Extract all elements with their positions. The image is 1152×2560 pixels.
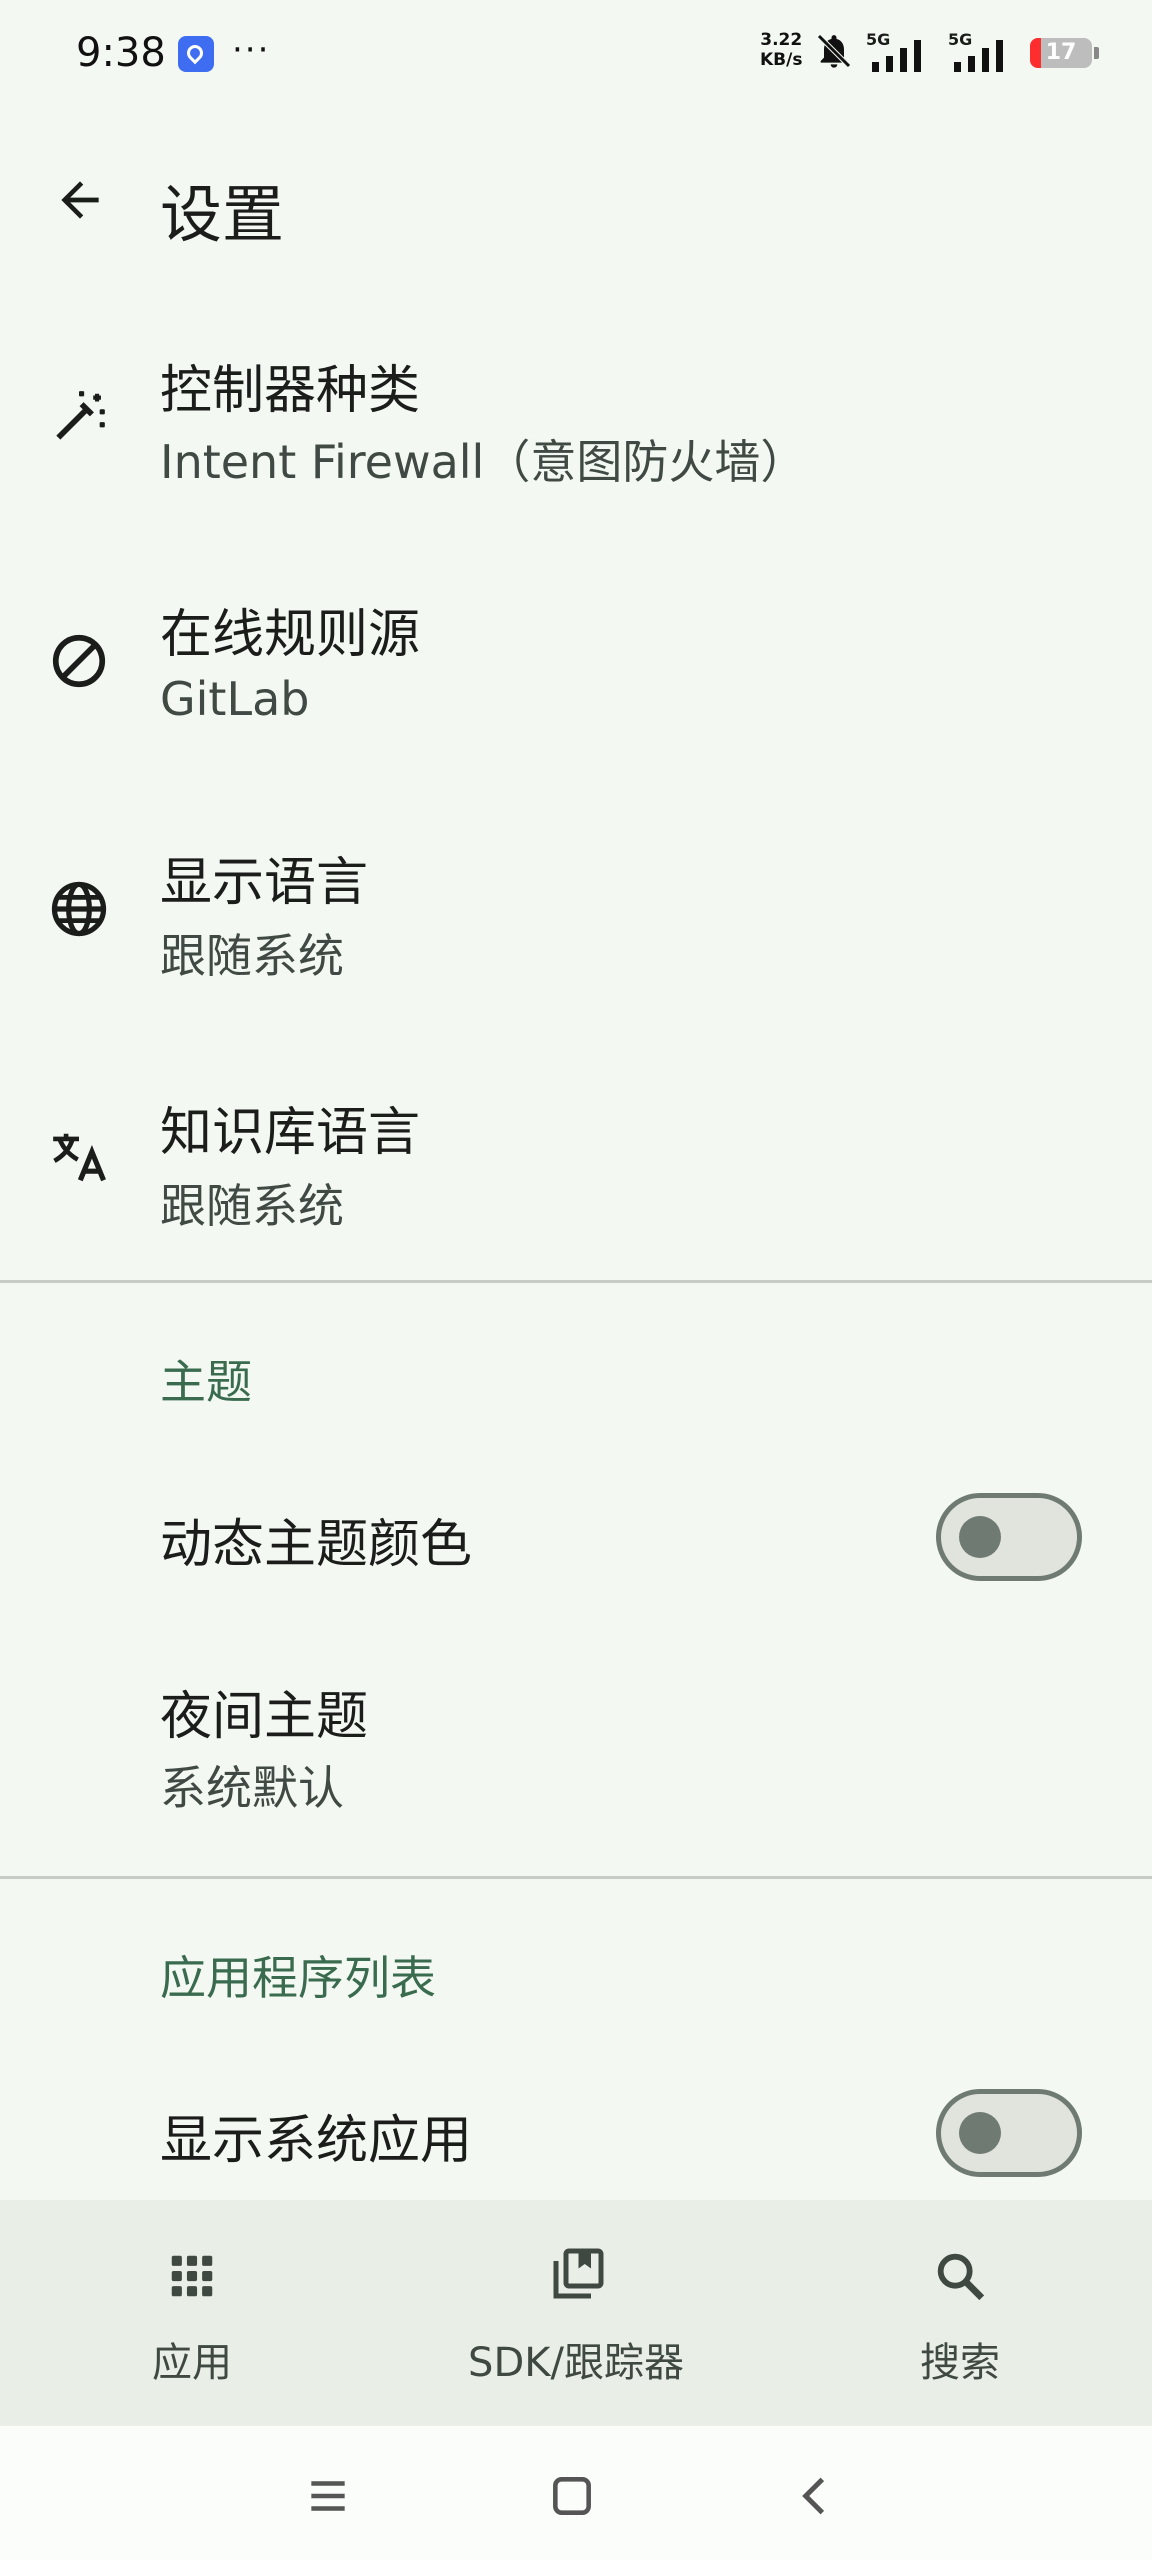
library-icon xyxy=(544,2244,608,2308)
bell-muted-icon xyxy=(814,31,854,75)
setting-title: 控制器种类 xyxy=(160,361,421,421)
home-square-icon xyxy=(553,2477,591,2515)
network-speed-unit: KB/s xyxy=(760,50,803,70)
system-navigation-bar xyxy=(0,2426,1152,2560)
signal-icon: 5G xyxy=(866,30,936,76)
setting-dark-theme[interactable]: 夜间主题 系统默认 xyxy=(0,1660,1152,1830)
setting-title: 知识库语言 xyxy=(160,1103,421,1163)
setting-subtitle: GitLab xyxy=(160,672,310,726)
menu-icon xyxy=(311,2481,345,2511)
setting-subtitle: 跟随系统 xyxy=(160,1179,344,1233)
bottom-navigation: 应用 SDK/跟踪器 搜索 xyxy=(0,2200,1152,2426)
setting-rule-source[interactable]: 在线规则源 GitLab xyxy=(0,580,1152,760)
signal-icon: 5G xyxy=(948,30,1018,76)
back-button[interactable] xyxy=(40,160,120,240)
search-icon xyxy=(928,2244,992,2308)
setting-subtitle: 跟随系统 xyxy=(160,929,344,983)
block-icon xyxy=(42,624,116,698)
setting-title: 显示语言 xyxy=(160,853,369,913)
network-speed-value: 3.22 xyxy=(760,30,803,50)
setting-knowledge-language[interactable]: 知识库语言 跟随系统 xyxy=(0,1078,1152,1258)
setting-subtitle: 系统默认 xyxy=(160,1761,344,1815)
arrow-back-icon xyxy=(61,181,99,219)
status-bar: 9:38 ··· 3.22 KB/s 5G 5G 17 xyxy=(0,0,1152,110)
section-divider xyxy=(0,1280,1152,1283)
app-notification-icon xyxy=(178,36,214,72)
system-back-button[interactable] xyxy=(774,2456,854,2536)
setting-show-system-apps[interactable]: 显示系统应用 xyxy=(0,2062,1152,2202)
setting-dynamic-color[interactable]: 动态主题颜色 xyxy=(0,1466,1152,1606)
recents-button[interactable] xyxy=(288,2456,368,2536)
section-header-theme: 主题 xyxy=(160,1355,252,1409)
globe-icon xyxy=(42,872,116,946)
battery-level: 17 xyxy=(1045,40,1077,65)
setting-controller-type[interactable]: 控制器种类 Intent Firewall（意图防火墙） xyxy=(0,330,1152,510)
nav-item-apps[interactable]: 应用 xyxy=(0,2200,384,2426)
setting-title: 动态主题颜色 xyxy=(160,1515,473,1575)
magic-wand-icon xyxy=(42,380,116,454)
section-divider xyxy=(0,1876,1152,1879)
more-notifications-indicator: ··· xyxy=(232,30,271,70)
nav-label: SDK/跟踪器 xyxy=(468,2340,684,2386)
setting-title: 显示系统应用 xyxy=(160,2111,473,2171)
nav-item-sdk-trackers[interactable]: SDK/跟踪器 xyxy=(384,2200,768,2426)
battery-icon: 17 xyxy=(1030,38,1092,68)
setting-subtitle: Intent Firewall（意图防火墙） xyxy=(160,435,807,489)
status-time: 9:38 xyxy=(76,30,166,76)
apps-grid-icon xyxy=(160,2244,224,2308)
section-header-app-list: 应用程序列表 xyxy=(160,1951,436,2005)
home-button[interactable] xyxy=(532,2456,612,2536)
dynamic-color-switch[interactable] xyxy=(936,1493,1082,1581)
chevron-left-icon xyxy=(802,2477,825,2515)
page-title: 设置 xyxy=(160,178,285,251)
translate-icon xyxy=(42,1120,116,1194)
show-system-apps-switch[interactable] xyxy=(936,2089,1082,2177)
nav-label: 搜索 xyxy=(920,2340,1000,2386)
setting-title: 在线规则源 xyxy=(160,605,421,665)
nav-label: 应用 xyxy=(152,2340,232,2386)
nav-item-search[interactable]: 搜索 xyxy=(768,2200,1152,2426)
setting-display-language[interactable]: 显示语言 跟随系统 xyxy=(0,830,1152,1010)
network-speed: 3.22 KB/s xyxy=(760,30,802,70)
setting-title: 夜间主题 xyxy=(160,1687,369,1747)
